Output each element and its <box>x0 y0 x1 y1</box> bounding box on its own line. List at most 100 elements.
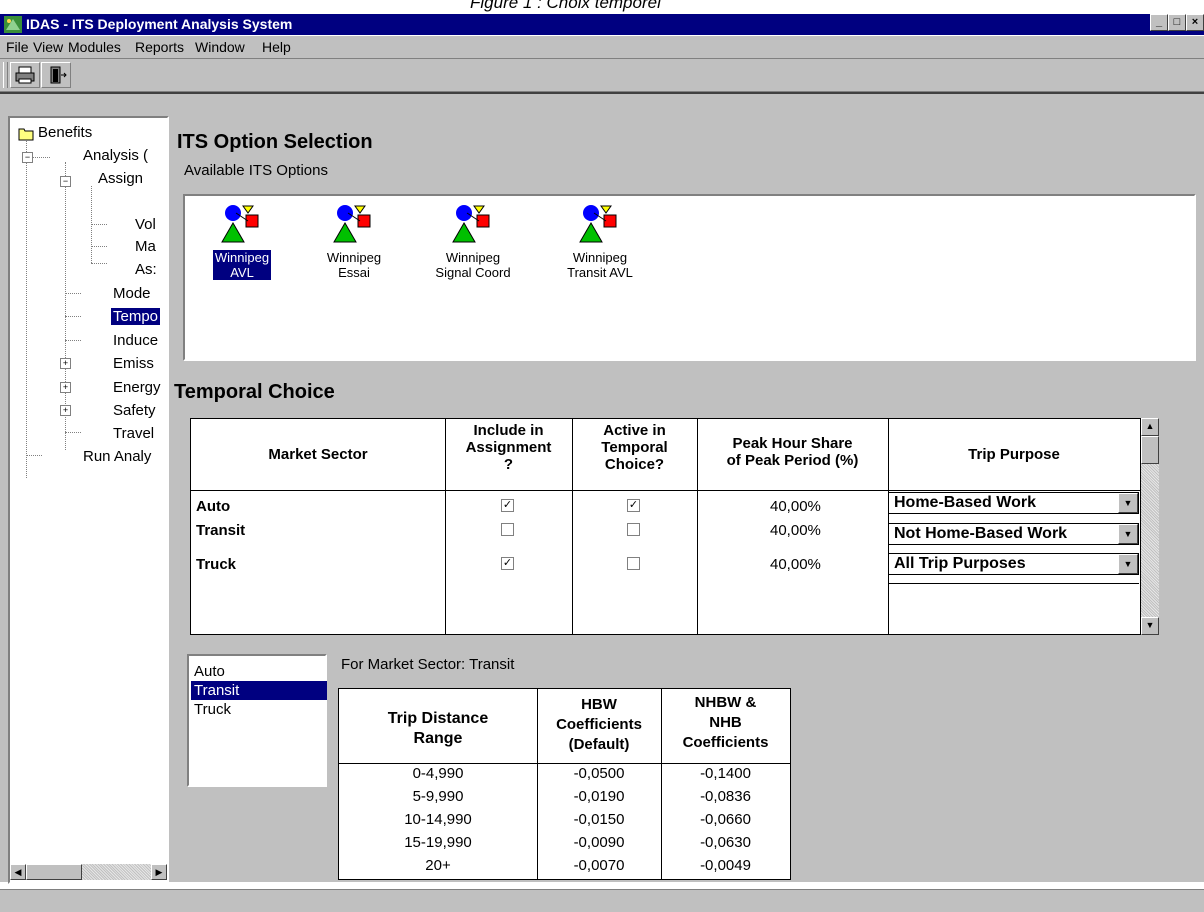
app-logo-icon <box>4 16 22 33</box>
active-checkbox[interactable]: ✓ <box>627 499 640 512</box>
option-winnipeg-signal-coord[interactable]: Winnipeg Signal Coord <box>428 204 518 280</box>
active-checkbox[interactable] <box>627 557 640 570</box>
minimize-button[interactable]: _ <box>1150 14 1168 31</box>
its-option-icon <box>452 205 490 243</box>
available-options-label: Available ITS Options <box>184 162 328 179</box>
nhbw-cell[interactable]: -0,0049 <box>661 856 790 875</box>
tree-item-as[interactable]: As: <box>135 261 157 278</box>
list-item-auto[interactable]: Auto <box>191 662 327 681</box>
tree-item-mode[interactable]: Mode <box>113 285 151 302</box>
hbw-cell[interactable]: -0,0150 <box>537 810 661 829</box>
tree-item-energy[interactable]: Energy <box>113 379 161 396</box>
list-item-truck[interactable]: Truck <box>191 700 327 719</box>
menu-bar: File View Modules Reports Window Help <box>0 36 1204 59</box>
print-button[interactable] <box>10 62 40 88</box>
scroll-down-icon[interactable]: ▼ <box>1141 617 1159 635</box>
option-winnipeg-essai[interactable]: Winnipeg Essai <box>309 204 399 280</box>
scroll-up-icon[interactable]: ▲ <box>1141 418 1159 436</box>
menu-window[interactable]: Window <box>195 39 245 55</box>
peak-share-cell[interactable]: 40,00% <box>770 522 821 539</box>
col-header-include: Include in Assignment? <box>465 422 552 473</box>
option-name-line1: Winnipeg <box>326 250 382 265</box>
include-checkbox[interactable] <box>501 523 514 536</box>
trip-purpose-select[interactable]: Home-Based Work ▼ <box>888 492 1139 514</box>
scroll-thumb[interactable] <box>26 864 82 880</box>
tree-line <box>26 455 42 456</box>
tree-line <box>65 293 81 294</box>
scroll-left-icon[interactable]: ◀ <box>10 864 26 880</box>
tree-item-travel[interactable]: Travel <box>113 425 154 442</box>
menu-help[interactable]: Help <box>262 39 291 55</box>
status-bar <box>0 889 1204 912</box>
list-item-transit[interactable]: Transit <box>191 681 327 700</box>
title-bar: IDAS - ITS Deployment Analysis System _ … <box>0 14 1204 35</box>
peak-share-cell[interactable]: 40,00% <box>770 556 821 573</box>
trip-purpose-select[interactable]: Not Home-Based Work ▼ <box>888 523 1139 545</box>
tree-expand-icon[interactable]: + <box>60 382 71 393</box>
scroll-right-icon[interactable]: ▶ <box>151 864 167 880</box>
nhbw-cell[interactable]: -0,0630 <box>661 833 790 852</box>
range-cell: 20+ <box>425 857 451 874</box>
trip-purpose-value: Not Home-Based Work <box>894 525 1068 542</box>
col-header-nhbw: NHBW & NHB Coefficients <box>682 694 769 751</box>
grid-line <box>888 583 1139 584</box>
trip-purpose-value: Home-Based Work <box>894 494 1036 511</box>
active-checkbox[interactable] <box>627 523 640 536</box>
tree-expand-icon[interactable]: + <box>60 358 71 369</box>
its-options-panel: Winnipeg AVL Winnipeg Essai Winnipeg Signal… <box>183 194 1196 361</box>
col-header-peak-share: Peak Hour Share of Peak Period (%) <box>726 435 859 469</box>
peak-share-cell[interactable]: 40,00% <box>770 498 821 515</box>
tree-item-induced[interactable]: Induce <box>113 332 158 349</box>
scroll-thumb[interactable] <box>1141 436 1159 464</box>
tree-item-analysis[interactable]: Analysis ( <box>83 147 148 164</box>
tree-item-volume[interactable]: Vol <box>135 216 156 233</box>
option-winnipeg-avl[interactable]: Winnipeg AVL <box>197 204 287 280</box>
include-checkbox[interactable]: ✓ <box>501 557 514 570</box>
tree-item-temporal[interactable]: Tempo <box>111 308 161 325</box>
exit-button[interactable] <box>41 62 71 88</box>
menu-view[interactable]: View <box>33 39 63 55</box>
maximize-button[interactable]: □ <box>1168 14 1186 31</box>
its-option-icon <box>333 205 371 243</box>
col-header-hbw: HBW Coefficients (Default) <box>556 696 642 753</box>
include-checkbox[interactable]: ✓ <box>501 499 514 512</box>
option-name-line2: Signal Coord <box>435 265 511 280</box>
menu-file[interactable]: File <box>6 39 29 55</box>
its-option-icon <box>579 205 617 243</box>
navigation-tree: Benefits − Analysis ( − Assign Vol Ma As… <box>8 116 169 884</box>
tree-item-assignment[interactable]: Assign <box>98 170 143 187</box>
tree-item-emissions[interactable]: Emiss <box>113 355 154 372</box>
option-name-line1: Winnipeg <box>214 250 270 265</box>
option-name-line2: AVL <box>230 265 254 280</box>
nhbw-cell[interactable]: -0,1400 <box>661 764 790 783</box>
tree-item-run-analysis[interactable]: Run Analy <box>83 448 151 465</box>
option-winnipeg-transit-avl[interactable]: Winnipeg Transit AVL <box>555 204 645 280</box>
close-button[interactable]: × <box>1186 14 1204 31</box>
sector-cell: Truck <box>196 556 237 573</box>
grid-vertical-scrollbar[interactable]: ▲ ▼ <box>1141 418 1159 635</box>
chevron-down-icon[interactable]: ▼ <box>1118 554 1138 574</box>
tree-horizontal-scrollbar[interactable]: ◀ ▶ <box>10 864 167 881</box>
tree-item-benefits[interactable]: Benefits <box>38 124 92 141</box>
hbw-cell[interactable]: -0,0070 <box>537 856 661 875</box>
nhbw-cell[interactable]: -0,0660 <box>661 810 790 829</box>
option-name-line2: Transit AVL <box>567 265 633 280</box>
scroll-track[interactable] <box>82 864 151 880</box>
printer-icon <box>15 66 35 84</box>
tree-item-ma[interactable]: Ma <box>135 238 156 255</box>
nhbw-cell[interactable]: -0,0836 <box>661 787 790 806</box>
trip-purpose-select[interactable]: All Trip Purposes ▼ <box>888 553 1139 575</box>
chevron-down-icon[interactable]: ▼ <box>1118 493 1138 513</box>
chevron-down-icon[interactable]: ▼ <box>1118 524 1138 544</box>
scroll-track[interactable] <box>1141 464 1159 617</box>
col-header-active: Active in Temporal Choice? <box>601 422 668 473</box>
hbw-cell[interactable]: -0,0190 <box>537 787 661 806</box>
tree-expand-icon[interactable]: + <box>60 405 71 416</box>
tree-item-safety[interactable]: Safety <box>113 402 156 419</box>
hbw-cell[interactable]: -0,0090 <box>537 833 661 852</box>
menu-modules[interactable]: Modules <box>68 39 121 55</box>
hbw-cell[interactable]: -0,0500 <box>537 764 661 783</box>
tree-collapse-icon[interactable]: − <box>60 176 71 187</box>
window-title: IDAS - ITS Deployment Analysis System <box>26 16 293 32</box>
menu-reports[interactable]: Reports <box>135 39 184 55</box>
